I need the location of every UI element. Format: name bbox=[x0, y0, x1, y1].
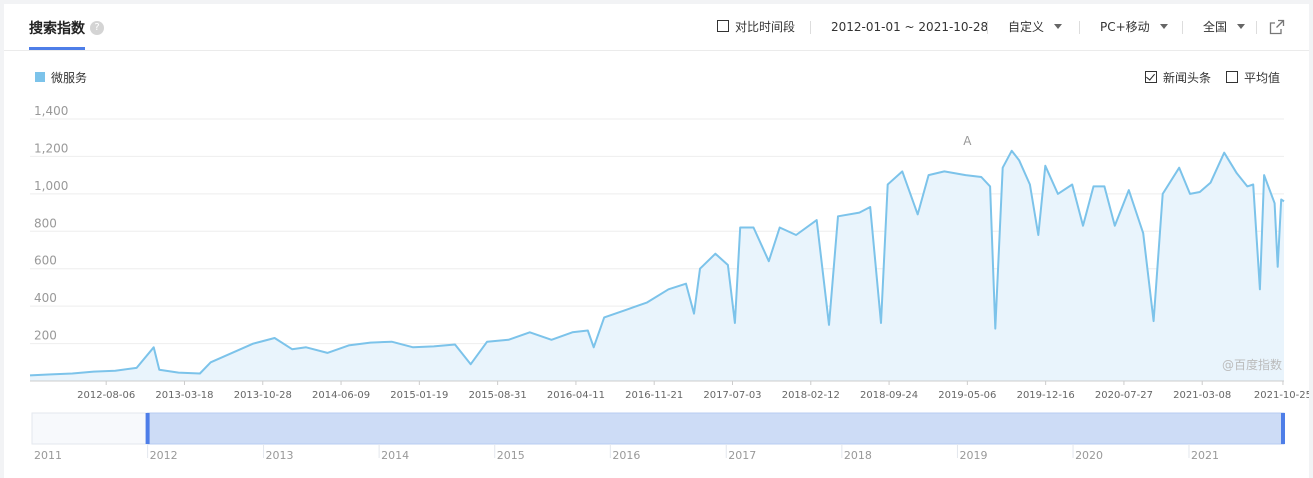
y-tick-label: 1,400 bbox=[34, 104, 68, 118]
watermark: @百度指数 bbox=[1222, 357, 1282, 372]
x-tick-label: 2013-03-18 bbox=[155, 390, 213, 401]
series-area-fill bbox=[30, 150, 1284, 381]
news-annotation-marker[interactable]: A bbox=[963, 134, 972, 148]
y-tick-label: 200 bbox=[34, 329, 57, 343]
x-tick-label: 2013-10-28 bbox=[234, 390, 292, 401]
x-tick-label: 2018-09-24 bbox=[860, 390, 918, 401]
x-tick-label: 2015-08-31 bbox=[469, 390, 527, 401]
navigator-year-label: 2019 bbox=[959, 449, 987, 462]
search-index-card: 搜索指数 ? 对比时间段 2012-01-01 ~ 2021-10-28 自定义… bbox=[4, 4, 1309, 478]
navigator-year-label: 2012 bbox=[150, 449, 178, 462]
navigator-year-label: 2018 bbox=[844, 449, 872, 462]
y-axis: 200 400 600 800 1,000 1,200 1,400 bbox=[34, 104, 68, 343]
x-tick-label: 2021-03-08 bbox=[1173, 390, 1231, 401]
x-tick-label: 2016-04-11 bbox=[547, 390, 605, 401]
navigator-year-label: 2020 bbox=[1075, 449, 1103, 462]
navigator-year-label: 2013 bbox=[266, 449, 294, 462]
time-range-navigator[interactable]: 2011 2012 2013 2014 2015 2016 2017 2018 2019 2020… bbox=[31, 412, 1285, 462]
y-tick-label: 400 bbox=[34, 291, 57, 305]
x-tick-label: 2018-02-12 bbox=[782, 390, 840, 401]
navigator-year-label: 2011 bbox=[34, 449, 62, 462]
navigator-selection[interactable] bbox=[147, 412, 1285, 445]
navigator-year-label: 2017 bbox=[728, 449, 756, 462]
search-index-line-chart[interactable]: 2004006008001,0001,2001,400 2012-08-06 20… bbox=[4, 4, 1309, 478]
x-tick-label: 2020-07-27 bbox=[1095, 390, 1153, 401]
x-tick-label: 2019-05-06 bbox=[938, 390, 996, 401]
y-tick-label: 600 bbox=[34, 254, 57, 268]
y-tick-label: 1,000 bbox=[34, 179, 68, 193]
x-tick-label: 2015-01-19 bbox=[390, 390, 448, 401]
x-tick-label: 2012-08-06 bbox=[77, 390, 135, 401]
y-tick-label: 1,200 bbox=[34, 141, 68, 155]
x-tick-label: 2016-11-21 bbox=[625, 390, 683, 401]
navigator-year-label: 2014 bbox=[381, 449, 409, 462]
navigator-left-handle[interactable] bbox=[145, 413, 150, 444]
navigator-right-handle[interactable] bbox=[1281, 413, 1285, 444]
x-tick-label: 2021-10-25 bbox=[1254, 390, 1309, 401]
y-tick-label: 800 bbox=[34, 216, 57, 230]
navigator-year-label: 2016 bbox=[612, 449, 640, 462]
navigator-year-label: 2021 bbox=[1191, 449, 1219, 462]
x-tick-label: 2019-12-16 bbox=[1017, 390, 1075, 401]
navigator-year-label: 2015 bbox=[497, 449, 525, 462]
x-axis: 2012-08-06 2013-03-18 2013-10-28 2014-06-09… bbox=[77, 381, 1309, 401]
x-tick-label: 2014-06-09 bbox=[312, 390, 370, 401]
x-tick-label: 2017-07-03 bbox=[703, 390, 761, 401]
